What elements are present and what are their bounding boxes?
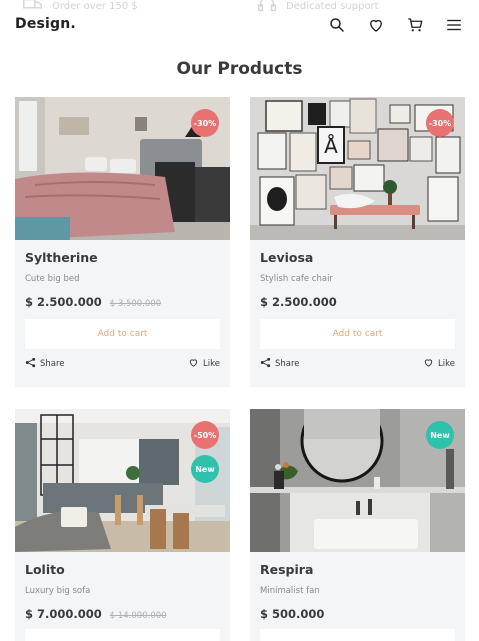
cart-icon[interactable] (404, 14, 426, 36)
feature-support-text: Dedicated support (286, 1, 379, 12)
price-row: $ 2.500.000 $ 3.500.000 (25, 295, 161, 309)
product-price: $ 2.500.000 (25, 295, 102, 309)
discount-badge: -30% (426, 109, 454, 137)
product-card-lolito[interactable]: -50% New Lolito Luxury big sofa $ 7.000.… (15, 409, 230, 641)
menu-icon[interactable] (443, 14, 465, 36)
heart-icon (423, 357, 434, 371)
product-description: Minimalist fan (260, 586, 320, 596)
product-description: Cute big bed (25, 274, 80, 284)
share-icon (260, 357, 271, 371)
feature-shipping-text: Order over 150 $ (52, 1, 138, 12)
product-price: $ 500.000 (260, 607, 325, 621)
product-card-syltherine[interactable]: -30% Syltherine Cute big bed $ 2.500.000… (15, 97, 230, 387)
discount-badge: -30% (191, 109, 219, 137)
product-description: Stylish cafe chair (260, 274, 333, 284)
product-name[interactable]: Lolito (25, 562, 65, 577)
like-button[interactable]: Like (423, 357, 455, 371)
add-to-cart-button[interactable] (25, 629, 220, 641)
like-label: Like (203, 359, 220, 369)
share-button[interactable]: Share (25, 357, 65, 371)
product-price: $ 7.000.000 (25, 607, 102, 621)
share-button[interactable]: Share (260, 357, 300, 371)
heart-icon (188, 357, 199, 371)
site-header: Design. (0, 12, 479, 40)
header-icons (326, 14, 465, 36)
price-row: $ 2.500.000 (260, 295, 337, 309)
share-icon (25, 357, 36, 371)
product-price: $ 2.500.000 (260, 295, 337, 309)
new-badge: New (191, 455, 219, 483)
share-label: Share (275, 359, 300, 369)
price-row: $ 500.000 (260, 607, 324, 621)
add-to-cart-button[interactable]: Add to cart (25, 319, 220, 349)
heart-icon[interactable] (365, 14, 387, 36)
product-card-leviosa[interactable]: Å -30% Leviosa Stylish cafe chair $ 2.50… (250, 97, 465, 387)
product-name[interactable]: Syltherine (25, 250, 98, 265)
section-title: Our Products (176, 59, 303, 79)
product-name[interactable]: Leviosa (260, 250, 313, 265)
product-name[interactable]: Respira (260, 562, 313, 577)
product-description: Luxury big sofa (25, 586, 91, 596)
discount-badge: -50% (191, 421, 219, 449)
product-card-respira[interactable]: New Respira Minimalist fan $ 500.000 (250, 409, 465, 641)
product-old-price: $ 3.500.000 (109, 299, 162, 309)
add-to-cart-button[interactable]: Add to cart (260, 319, 455, 349)
new-badge: New (426, 421, 454, 449)
logo[interactable]: Design. (15, 16, 76, 32)
add-to-cart-button[interactable] (260, 629, 455, 641)
share-label: Share (40, 359, 65, 369)
svg-text:Å: Å (324, 134, 338, 158)
like-button[interactable]: Like (188, 357, 220, 371)
like-label: Like (438, 359, 455, 369)
price-row: $ 7.000.000 $ 14.000.000 (25, 607, 167, 621)
search-icon[interactable] (326, 14, 348, 36)
product-old-price: $ 14.000.000 (109, 611, 167, 621)
